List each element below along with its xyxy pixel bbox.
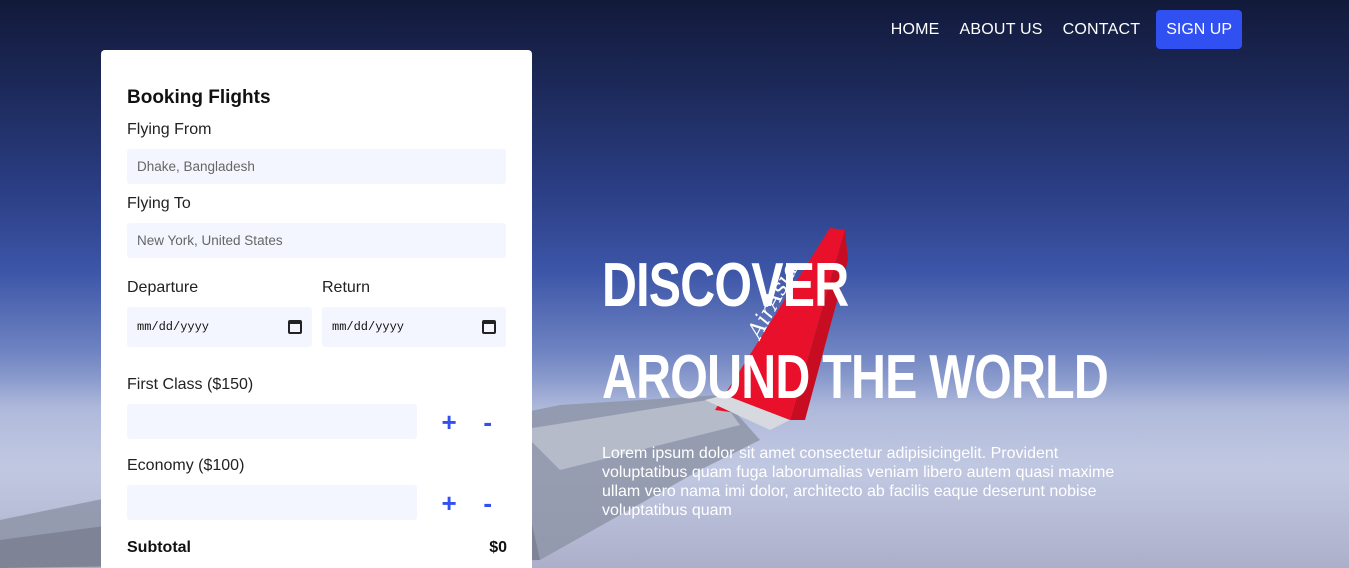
flying-from-label: Flying From xyxy=(127,121,212,138)
return-label: Return xyxy=(322,279,371,296)
departure-date-placeholder: mm/dd/yyyy xyxy=(137,320,210,334)
subtotal-label: Subtotal xyxy=(127,539,191,556)
economy-plus-button[interactable]: + xyxy=(430,490,469,516)
booking-title: Booking Flights xyxy=(127,87,271,108)
first-class-plus-button[interactable]: + xyxy=(430,409,469,435)
economy-minus-button[interactable]: - xyxy=(468,490,507,516)
nav-home-link[interactable]: HOME xyxy=(891,21,940,39)
first-class-block: First Class ($150) + - xyxy=(127,376,507,439)
departure-date-input[interactable]: mm/dd/yyyy xyxy=(127,307,312,347)
subtotal-row: Subtotal $0 xyxy=(127,539,507,557)
headline-line-2: AROUND THE WORLD xyxy=(602,343,1109,412)
headline-line-1: DISCOVER xyxy=(602,251,849,320)
first-class-minus-button[interactable]: - xyxy=(468,409,507,435)
economy-label: Economy ($100) xyxy=(127,457,245,474)
top-navigation: HOME ABOUT US CONTACT SIGN UP xyxy=(891,10,1242,49)
flying-from-input[interactable]: Dhake, Bangladesh xyxy=(127,149,506,184)
hero-description: Lorem ipsum dolor sit amet consectetur a… xyxy=(602,445,1115,519)
nav-about-link[interactable]: ABOUT US xyxy=(960,21,1043,39)
date-row: Departure mm/dd/yyyy Return mm/dd/yyyy xyxy=(127,279,507,347)
flying-from-placeholder: Dhake, Bangladesh xyxy=(137,159,255,174)
subtotal-value: $0 xyxy=(489,539,507,556)
economy-quantity-input[interactable] xyxy=(127,485,417,520)
hero-headline: DISCOVER AROUND THE WORLD xyxy=(602,240,1251,424)
first-class-label: First Class ($150) xyxy=(127,376,254,393)
flying-to-placeholder: New York, United States xyxy=(137,233,283,248)
first-class-quantity-input[interactable] xyxy=(127,404,417,439)
return-date-placeholder: mm/dd/yyyy xyxy=(332,320,405,334)
booking-card: Booking Flights Flying From Dhake, Bangl… xyxy=(101,50,532,568)
departure-label: Departure xyxy=(127,279,199,296)
calendar-icon[interactable] xyxy=(482,320,496,334)
calendar-icon[interactable] xyxy=(288,320,302,334)
economy-block: Economy ($100) + - xyxy=(127,457,507,520)
signup-button[interactable]: SIGN UP xyxy=(1156,10,1242,49)
flying-to-input[interactable]: New York, United States xyxy=(127,223,506,258)
nav-contact-link[interactable]: CONTACT xyxy=(1063,21,1141,39)
return-date-input[interactable]: mm/dd/yyyy xyxy=(322,307,506,347)
flying-to-label: Flying To xyxy=(127,195,191,212)
